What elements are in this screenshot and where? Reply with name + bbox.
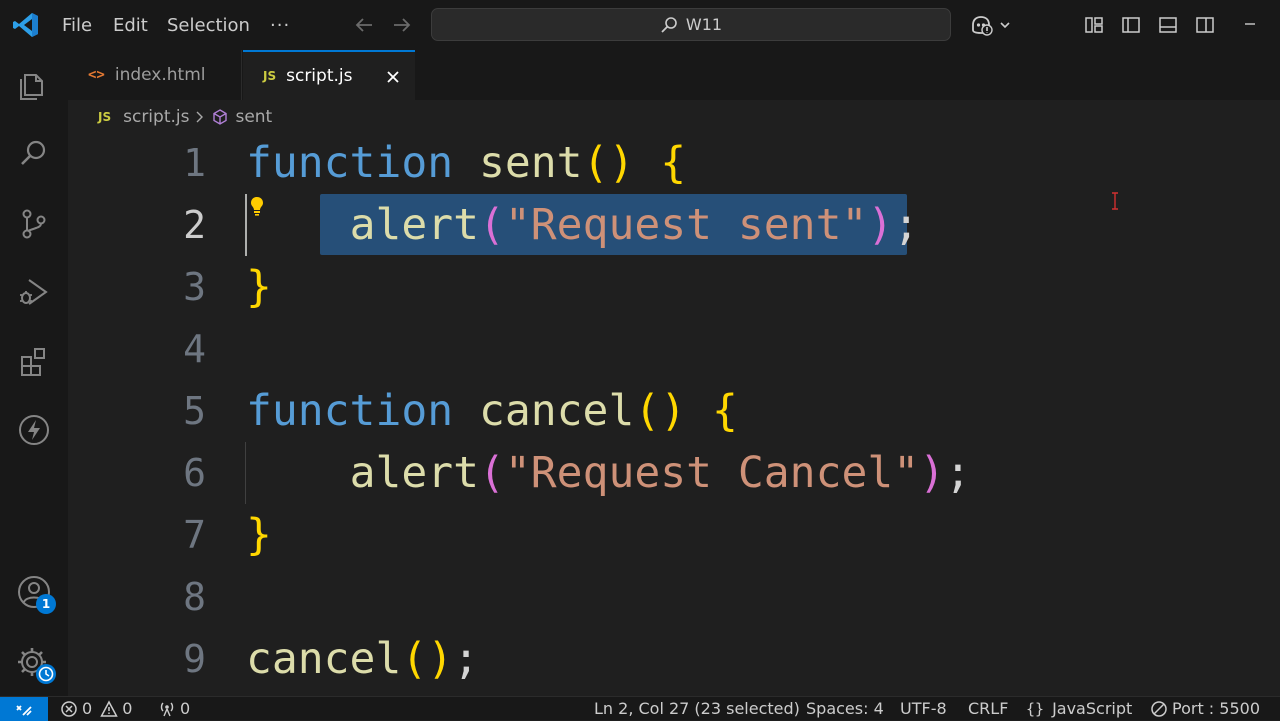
code-text: function cancel() { xyxy=(246,386,738,436)
editor-tab-bar: <> index.html JS script.js xyxy=(68,50,1280,100)
code-line: 3 } xyxy=(68,256,1280,318)
breadcrumb: JS script.js sent xyxy=(98,104,272,130)
live-share-icon[interactable] xyxy=(12,408,56,452)
code-line: 7 } xyxy=(68,504,1280,566)
code-line: 1 function sent() { xyxy=(68,132,1280,194)
line-number: 9 xyxy=(183,637,206,681)
circle-slash-icon xyxy=(1150,700,1168,718)
command-center-text: W11 xyxy=(685,15,723,34)
account-icon[interactable]: 1 xyxy=(12,570,56,614)
forward-arrow-icon[interactable] xyxy=(390,13,414,37)
line-number: 4 xyxy=(183,327,206,371)
remote-indicator-icon[interactable] xyxy=(0,697,48,721)
menu-file[interactable]: File xyxy=(62,0,92,50)
breadcrumb-symbol[interactable]: sent xyxy=(235,107,272,127)
line-number: 6 xyxy=(183,451,206,495)
status-bar: 0 0 0 Ln 2, Col 27 (23 selected) Spaces:… xyxy=(0,696,1280,721)
tab-label: script.js xyxy=(286,66,353,86)
run-debug-icon[interactable] xyxy=(12,270,56,314)
code-text: alert("Request Cancel"); xyxy=(349,448,971,498)
language-mode[interactable]: {} JavaScript xyxy=(1026,697,1132,720)
ibeam-cursor-icon xyxy=(1110,192,1120,210)
line-number: 3 xyxy=(183,265,206,309)
search-icon[interactable] xyxy=(12,132,56,176)
search-icon xyxy=(660,16,678,34)
code-line: 9 cancel(); xyxy=(68,628,1280,690)
vscode-logo-icon[interactable] xyxy=(10,9,42,41)
language-label: JavaScript xyxy=(1052,699,1133,718)
code-text: cancel(); xyxy=(246,634,480,684)
code-text: } xyxy=(246,262,272,312)
code-line: 6 alert("Request Cancel"); xyxy=(68,442,1280,504)
activity-bar: 1 xyxy=(0,50,68,696)
command-center-search[interactable]: W11 xyxy=(431,8,951,41)
symbol-method-icon xyxy=(211,108,229,126)
braces-icon: {} xyxy=(1026,699,1045,718)
lightbulb-icon[interactable] xyxy=(246,194,268,218)
breadcrumb-file[interactable]: script.js xyxy=(123,107,189,127)
line-number: 2 xyxy=(183,203,206,247)
code-text: function sent() { xyxy=(246,138,687,188)
close-icon[interactable] xyxy=(381,65,405,89)
encoding-setting[interactable]: UTF-8 xyxy=(900,697,947,720)
warning-icon xyxy=(100,699,118,718)
code-text: alert("Request sent"); xyxy=(349,200,920,250)
error-icon xyxy=(60,700,78,718)
cursor-position[interactable]: Ln 2, Col 27 (23 selected) xyxy=(594,697,800,720)
line-number: 5 xyxy=(183,389,206,433)
problems-indicator[interactable]: 0 0 xyxy=(60,697,132,720)
accounts-badge: 1 xyxy=(36,594,56,614)
warning-count: 0 xyxy=(122,699,133,718)
update-clock-icon xyxy=(36,664,56,684)
files-icon[interactable] xyxy=(12,64,56,108)
ports-indicator[interactable]: 0 xyxy=(158,697,190,720)
code-line: 8 xyxy=(68,566,1280,628)
line-number: 7 xyxy=(183,513,206,557)
radio-tower-icon xyxy=(158,700,176,718)
code-line: 4 xyxy=(68,318,1280,380)
toggle-panel-icon[interactable] xyxy=(1156,13,1180,37)
tab-index-html[interactable]: <> index.html xyxy=(68,50,242,100)
menu-selection[interactable]: Selection xyxy=(167,0,250,50)
minimize-icon[interactable] xyxy=(1238,12,1262,36)
ports-count: 0 xyxy=(180,699,191,718)
chevron-right-icon xyxy=(195,110,205,124)
eol-setting[interactable]: CRLF xyxy=(968,697,1008,720)
extensions-icon[interactable] xyxy=(12,340,56,384)
manage-gear-icon[interactable] xyxy=(12,640,56,684)
html-file-icon: <> xyxy=(88,67,105,83)
live-server-port: Port : 5500 xyxy=(1172,699,1260,718)
toggle-primary-sidebar-icon[interactable] xyxy=(1119,13,1143,37)
menu-edit[interactable]: Edit xyxy=(113,0,148,50)
menu-more[interactable]: ··· xyxy=(270,0,290,50)
customize-layout-icon[interactable] xyxy=(1082,13,1106,37)
js-file-icon: JS xyxy=(98,110,112,124)
live-server-button[interactable]: Port : 5500 xyxy=(1150,697,1260,720)
code-line: 5 function cancel() { xyxy=(68,380,1280,442)
source-control-icon[interactable] xyxy=(12,202,56,246)
copilot-icon[interactable] xyxy=(968,12,1016,38)
line-number: 8 xyxy=(183,575,206,619)
tab-label: index.html xyxy=(114,65,206,85)
line-number: 1 xyxy=(183,141,206,185)
indentation-setting[interactable]: Spaces: 4 xyxy=(806,697,884,720)
code-editor[interactable]: 1 function sent() { 2 alert("Request sen… xyxy=(68,132,1280,696)
title-bar: File Edit Selection ··· W11 xyxy=(0,0,1280,50)
code-text: } xyxy=(246,510,272,560)
toggle-secondary-sidebar-icon[interactable] xyxy=(1193,13,1217,37)
back-arrow-icon[interactable] xyxy=(352,13,376,37)
tab-script-js[interactable]: JS script.js xyxy=(243,50,415,100)
js-file-icon: JS xyxy=(263,69,277,83)
error-count: 0 xyxy=(82,699,93,718)
